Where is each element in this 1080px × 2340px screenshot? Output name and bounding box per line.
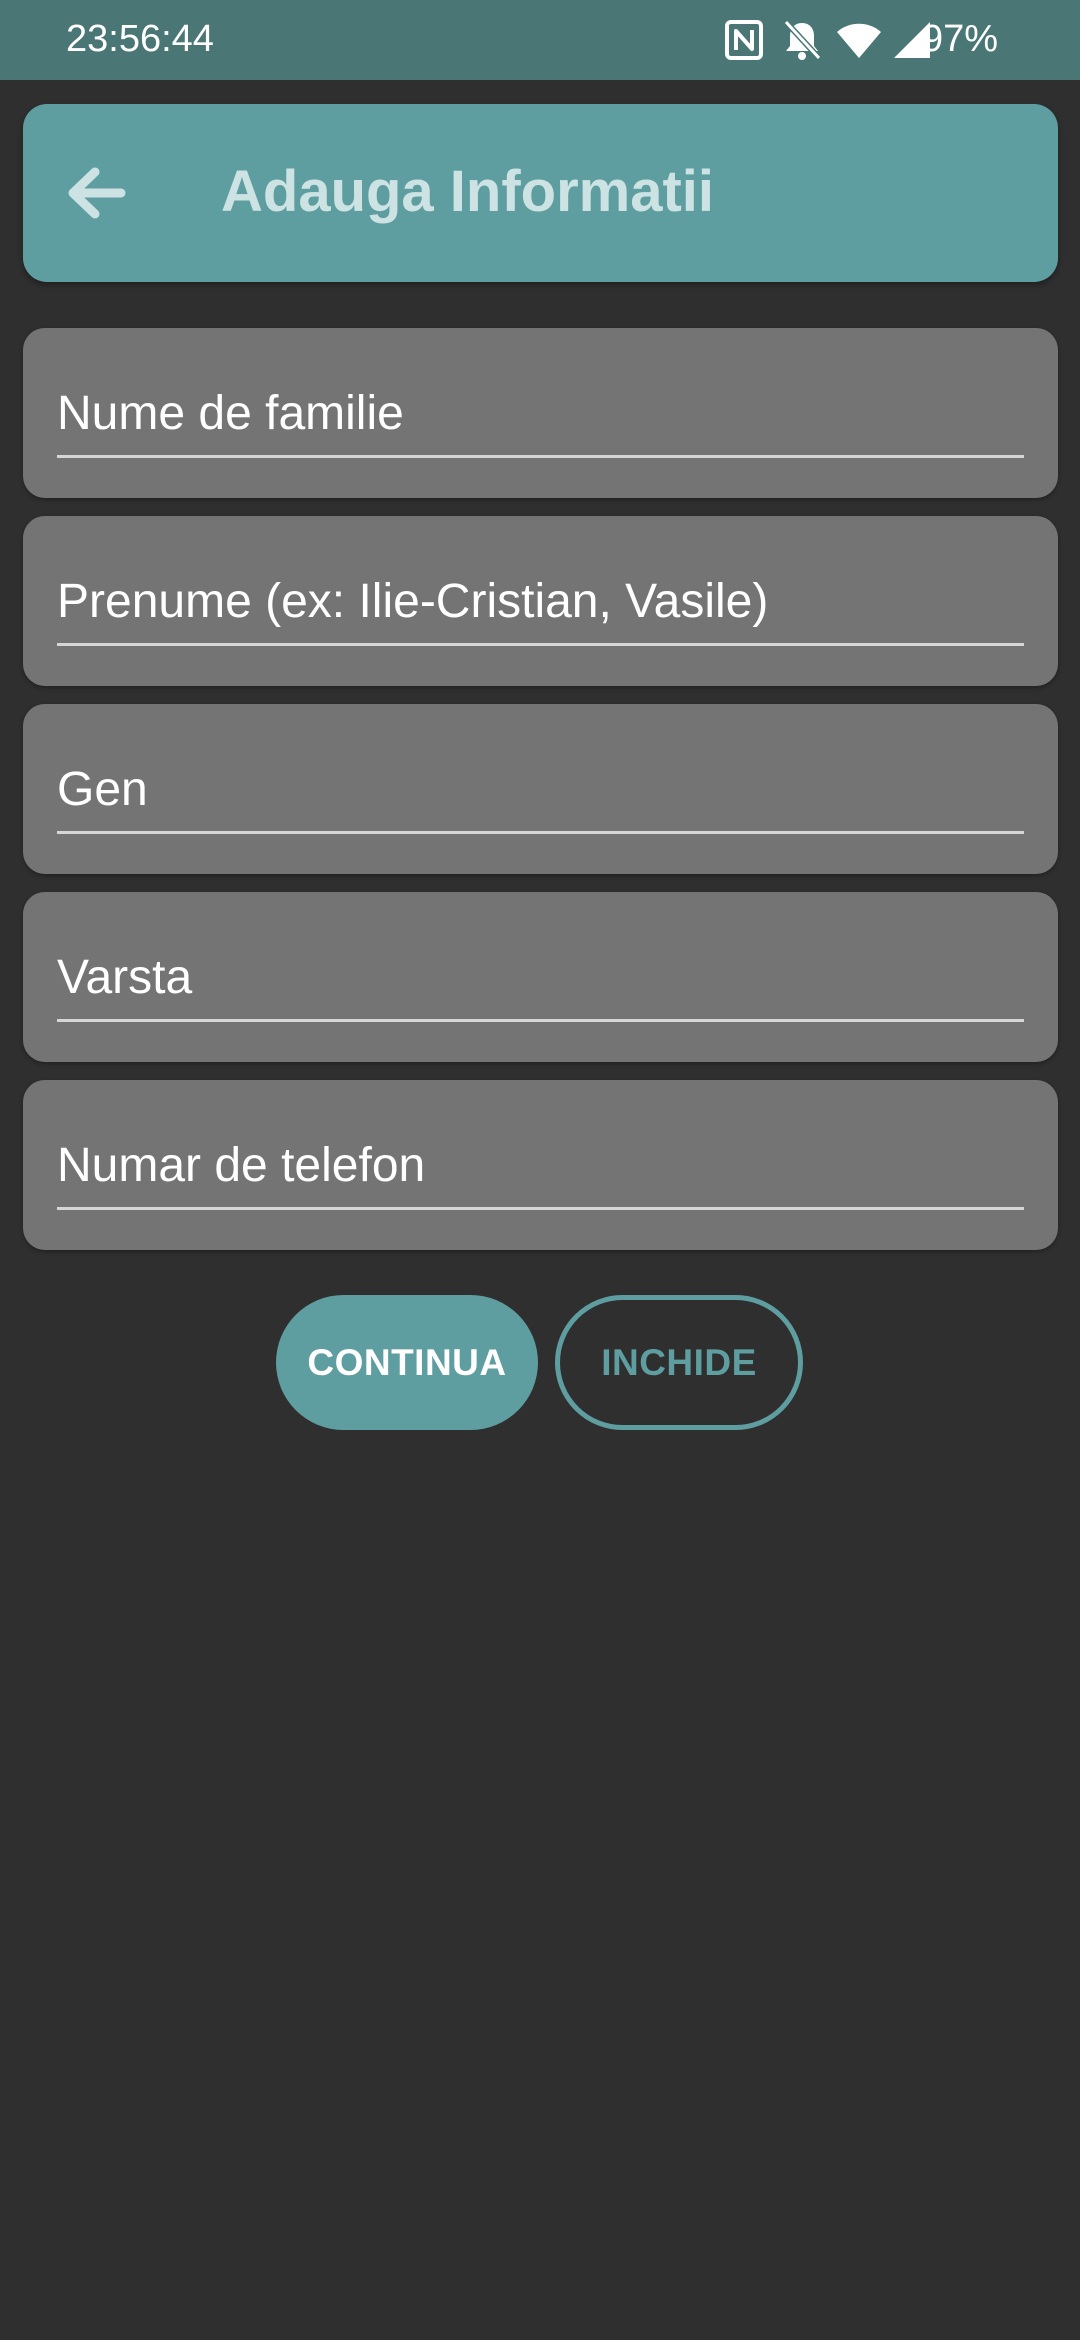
first-name-card: Prenume (ex: Ilie-Cristian, Vasile) xyxy=(23,516,1058,686)
gender-placeholder: Gen xyxy=(57,763,148,816)
last-name-card: Nume de familie xyxy=(23,328,1058,498)
status-bar: 23:56:44 97% xyxy=(0,0,1080,80)
wifi-icon xyxy=(837,23,881,58)
gender-card: Gen xyxy=(23,704,1058,874)
battery-percentage: 97% xyxy=(921,18,998,60)
gender-input[interactable]: Gen xyxy=(57,754,1024,834)
status-time: 23:56:44 xyxy=(66,18,214,60)
notifications-off-icon xyxy=(783,19,822,61)
phone-input[interactable]: Numar de telefon xyxy=(57,1130,1024,1210)
age-input[interactable]: Varsta xyxy=(57,942,1024,1022)
age-placeholder: Varsta xyxy=(57,951,193,1004)
phone-placeholder: Numar de telefon xyxy=(57,1139,426,1192)
back-button[interactable] xyxy=(53,148,143,238)
app-bar: Adauga Informatii xyxy=(23,104,1058,282)
arrow-back-icon xyxy=(68,167,126,219)
continue-button[interactable]: CONTINUA xyxy=(276,1295,538,1430)
last-name-placeholder: Nume de familie xyxy=(57,387,404,440)
close-button[interactable]: INCHIDE xyxy=(555,1295,803,1430)
last-name-input[interactable]: Nume de familie xyxy=(57,378,1024,458)
status-icons xyxy=(700,0,1080,80)
page-title: Adauga Informatii xyxy=(221,159,715,224)
nfc-icon xyxy=(725,20,763,60)
first-name-placeholder: Prenume (ex: Ilie-Cristian, Vasile) xyxy=(57,575,769,628)
age-card: Varsta xyxy=(23,892,1058,1062)
phone-card: Numar de telefon xyxy=(23,1080,1058,1250)
first-name-input[interactable]: Prenume (ex: Ilie-Cristian, Vasile) xyxy=(57,566,1024,646)
